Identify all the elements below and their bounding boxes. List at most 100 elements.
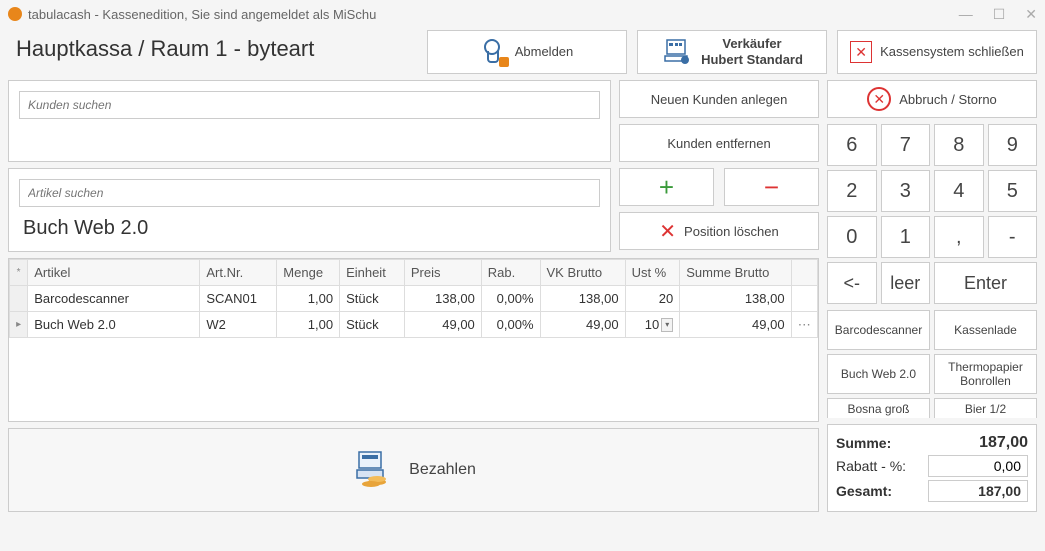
col-rab[interactable]: Rab. <box>481 260 540 286</box>
x-red-icon: ✕ <box>659 219 676 244</box>
quick-item-thermopapier[interactable]: Thermopapier Bonrollen <box>934 354 1037 394</box>
col-extra <box>791 260 817 286</box>
col-preis[interactable]: Preis <box>404 260 481 286</box>
cell-summe: 138,00 <box>680 286 791 312</box>
close-icon[interactable]: ✕ <box>1025 6 1037 23</box>
key-4[interactable]: 4 <box>934 170 984 212</box>
x-box-icon: ✕ <box>850 41 872 63</box>
items-table[interactable]: * Artikel Art.Nr. Menge Einheit Preis Ra… <box>8 258 819 422</box>
discount-label: Rabatt - %: <box>836 458 906 474</box>
key-2[interactable]: 2 <box>827 170 877 212</box>
customer-search-input[interactable] <box>19 91 600 119</box>
delete-position-label: Position löschen <box>684 224 779 239</box>
cell-ust: 20 <box>625 286 680 312</box>
row-more-icon[interactable]: ⋯ <box>791 312 817 338</box>
remove-customer-label: Kunden entfernen <box>667 136 770 151</box>
quick-item-barcodescanner[interactable]: Barcodescanner <box>827 310 930 350</box>
cell-einheit: Stück <box>340 312 405 338</box>
quick-item-bier[interactable]: Bier 1/2 <box>934 398 1037 418</box>
table-row[interactable]: ▸ Buch Web 2.0 W2 1,00 Stück 49,00 0,00%… <box>10 312 818 338</box>
article-search-panel: Buch Web 2.0 <box>8 168 611 252</box>
x-circle-icon: ✕ <box>867 87 891 111</box>
col-summe[interactable]: Summe Brutto <box>680 260 791 286</box>
cell-rab: 0,00% <box>481 286 540 312</box>
col-artnr[interactable]: Art.Nr. <box>200 260 277 286</box>
logout-label: Abmelden <box>515 44 574 60</box>
cell-artnr: W2 <box>200 312 277 338</box>
window-titlebar: tabulacash - Kassenedition, Sie sind ang… <box>0 0 1045 28</box>
current-article-title: Buch Web 2.0 <box>19 213 600 240</box>
close-system-button[interactable]: ✕ Kassensystem schließen <box>837 30 1037 74</box>
qty-minus-button[interactable]: − <box>724 168 819 206</box>
summary-panel: Summe: 187,00 Rabatt - %: Gesamt: 187,00 <box>827 424 1037 512</box>
pay-icon <box>351 448 395 492</box>
key-backspace[interactable]: <- <box>827 262 877 304</box>
app-icon <box>8 7 22 21</box>
key-9[interactable]: 9 <box>988 124 1038 166</box>
key-8[interactable]: 8 <box>934 124 984 166</box>
cell-artikel: Barcodescanner <box>28 286 200 312</box>
total-label: Gesamt: <box>836 483 892 499</box>
delete-position-button[interactable]: ✕ Position löschen <box>619 212 819 250</box>
cell-menge: 1,00 <box>277 286 340 312</box>
sum-label: Summe: <box>836 435 891 451</box>
logout-button[interactable]: Abmelden <box>427 30 627 74</box>
col-einheit[interactable]: Einheit <box>340 260 405 286</box>
register-icon <box>661 36 693 68</box>
seller-name: Hubert Standard <box>701 52 803 68</box>
col-vkbrutto[interactable]: VK Brutto <box>540 260 625 286</box>
window-title: tabulacash - Kassenedition, Sie sind ang… <box>28 7 376 22</box>
pay-label: Bezahlen <box>409 461 476 479</box>
plus-icon: + <box>659 172 674 203</box>
create-customer-button[interactable]: Neuen Kunden anlegen <box>619 80 819 118</box>
chevron-down-icon[interactable]: ▾ <box>661 318 673 332</box>
quick-item-buch[interactable]: Buch Web 2.0 <box>827 354 930 394</box>
quick-item-kassenlade[interactable]: Kassenlade <box>934 310 1037 350</box>
key-clear[interactable]: leer <box>881 262 931 304</box>
quick-items-grid: Barcodescanner Kassenlade Buch Web 2.0 T… <box>827 310 1037 418</box>
cell-vkbrutto: 138,00 <box>540 286 625 312</box>
key-1[interactable]: 1 <box>881 216 931 258</box>
cell-rab: 0,00% <box>481 312 540 338</box>
user-lock-icon <box>481 39 507 65</box>
row-marker-header: * <box>10 260 28 286</box>
create-customer-label: Neuen Kunden anlegen <box>651 92 788 107</box>
col-menge[interactable]: Menge <box>277 260 340 286</box>
current-row-marker: ▸ <box>10 312 28 338</box>
cell-ust-combo[interactable]: 10▾ <box>625 312 680 338</box>
quick-item-bosna[interactable]: Bosna groß <box>827 398 930 418</box>
col-artikel[interactable]: Artikel <box>28 260 200 286</box>
remove-customer-button[interactable]: Kunden entfernen <box>619 124 819 162</box>
close-system-label: Kassensystem schließen <box>880 44 1024 60</box>
numeric-keypad: 6 7 8 9 2 3 4 5 0 1 , - <- leer Enter <box>827 124 1037 304</box>
total-value: 187,00 <box>928 480 1028 502</box>
seller-button[interactable]: Verkäufer Hubert Standard <box>637 30 827 74</box>
cell-menge: 1,00 <box>277 312 340 338</box>
minimize-icon[interactable]: — <box>959 6 973 23</box>
maximize-icon[interactable]: ☐ <box>993 6 1006 23</box>
cell-summe: 49,00 <box>680 312 791 338</box>
key-minus[interactable]: - <box>988 216 1038 258</box>
key-3[interactable]: 3 <box>881 170 931 212</box>
cancel-button[interactable]: ✕ Abbruch / Storno <box>827 80 1037 118</box>
cell-artikel: Buch Web 2.0 <box>28 312 200 338</box>
cell-preis: 138,00 <box>404 286 481 312</box>
cell-vkbrutto: 49,00 <box>540 312 625 338</box>
key-7[interactable]: 7 <box>881 124 931 166</box>
article-search-input[interactable] <box>19 179 600 207</box>
col-ust[interactable]: Ust % <box>625 260 680 286</box>
qty-plus-button[interactable]: + <box>619 168 714 206</box>
cell-artnr: SCAN01 <box>200 286 277 312</box>
cell-einheit: Stück <box>340 286 405 312</box>
seller-label-top: Verkäufer <box>701 36 803 52</box>
key-comma[interactable]: , <box>934 216 984 258</box>
minus-icon: − <box>764 172 779 203</box>
pay-button[interactable]: Bezahlen <box>8 428 819 512</box>
discount-input[interactable] <box>928 455 1028 477</box>
key-5[interactable]: 5 <box>988 170 1038 212</box>
table-row[interactable]: Barcodescanner SCAN01 1,00 Stück 138,00 … <box>10 286 818 312</box>
key-0[interactable]: 0 <box>827 216 877 258</box>
key-6[interactable]: 6 <box>827 124 877 166</box>
key-enter[interactable]: Enter <box>934 262 1037 304</box>
cancel-label: Abbruch / Storno <box>899 92 997 107</box>
